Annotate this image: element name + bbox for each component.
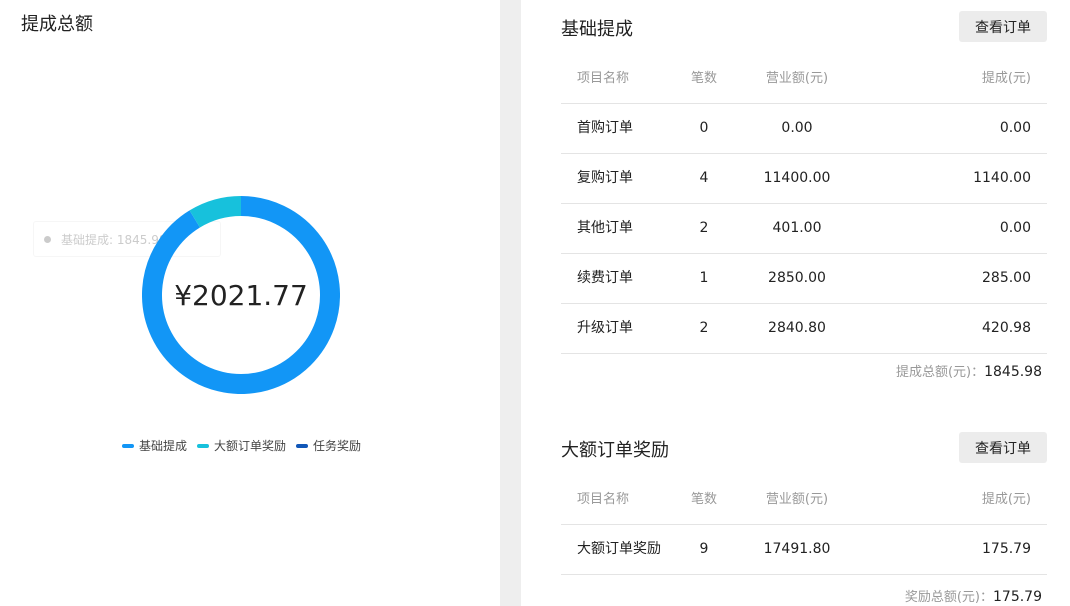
legend-swatch [197,443,210,448]
cell-item-name: 首购订单 [577,120,633,136]
header-item-name: 项目名称 [577,71,630,86]
cell-item-name: 复购订单 [577,170,633,186]
cell-revenue: 0.00 [781,120,813,136]
table-row: 升级订单 2 2840.80 420.98 [561,304,1047,354]
table-row: 首购订单 0 0.00 0.00 [561,104,1047,154]
total-value: 175.79 [993,589,1042,605]
legend-item-large-order[interactable]: 大额订单奖励 [197,437,286,454]
view-orders-button[interactable]: 查看订单 [959,11,1047,42]
cell-revenue: 11400.00 [763,170,831,186]
legend-item-basic[interactable]: 基础提成 [122,437,187,454]
cell-count: 4 [699,170,709,186]
cell-count: 0 [699,120,709,136]
header-count: 笔数 [690,71,717,86]
table-row: 大额订单奖励 9 17491.80 175.79 [561,525,1047,575]
cell-count: 2 [699,320,709,336]
basic-commission-table: 项目名称 笔数 营业额(元) 提成(元) 首购订单 0 0.00 0.00 复购… [561,54,1047,354]
cell-count: 1 [699,270,709,286]
cell-commission: 0.00 [999,220,1031,236]
large-order-bonus-total: 奖励总额(元)：175.79 [905,586,1042,605]
chart-legend: 基础提成 大额订单奖励 任务奖励 [122,437,371,454]
cell-revenue: 2850.00 [768,270,826,286]
cell-item-name: 升级订单 [577,320,633,336]
cell-count: 2 [699,220,709,236]
table-row: 续费订单 1 2850.00 285.00 [561,254,1047,304]
cell-revenue: 2840.80 [768,320,826,336]
cell-item-name: 大额订单奖励 [577,541,661,557]
cell-count: 9 [699,541,709,557]
view-orders-button[interactable]: 查看订单 [959,432,1047,463]
table-header: 项目名称 笔数 营业额(元) 提成(元) [561,54,1047,104]
header-commission: 提成(元) [981,492,1031,507]
basic-commission-title: 基础提成 [561,19,633,40]
table-row: 其他订单 2 401.00 0.00 [561,204,1047,254]
basic-commission-total: 提成总额(元)：1845.98 [896,361,1042,380]
cell-commission: 175.79 [982,541,1031,557]
legend-swatch [122,443,134,448]
tooltip-marker [44,235,51,243]
large-order-bonus-table: 项目名称 笔数 营业额(元) 提成(元) 大额订单奖励 9 17491.80 1… [561,475,1047,575]
cell-revenue: 17491.80 [763,541,831,557]
header-item-name: 项目名称 [577,492,630,507]
total-label: 提成总额(元)： [895,365,985,380]
header-count: 笔数 [690,492,717,507]
total-value: 1845.98 [984,364,1042,380]
commission-summary-panel: 提成总额 基础提成: 1845.98 ¥2021.77 基础提成 大额订单奖励 … [0,0,500,606]
cell-item-name: 其他订单 [577,220,633,236]
table-row: 复购订单 4 11400.00 1140.00 [561,154,1047,204]
cell-commission: 285.00 [982,270,1031,286]
panel-title: 提成总额 [21,14,93,35]
total-amount: ¥2021.77 [174,278,308,312]
header-revenue: 营业额(元) [765,71,829,86]
cell-commission: 420.98 [982,320,1031,336]
cell-commission: 1140.00 [973,170,1031,186]
total-label: 奖励总额(元)： [904,590,993,605]
legend-label: 大额订单奖励 [214,439,287,453]
table-header: 项目名称 笔数 营业额(元) 提成(元) [561,475,1047,525]
header-revenue: 营业额(元) [765,492,829,507]
cell-commission: 0.00 [999,120,1031,136]
header-commission: 提成(元) [981,71,1031,86]
legend-label: 任务奖励 [313,439,362,453]
cell-revenue: 401.00 [772,220,822,236]
large-order-bonus-title: 大额订单奖励 [561,440,669,461]
legend-swatch [296,443,309,448]
cell-item-name: 续费订单 [577,270,633,286]
legend-item-task[interactable]: 任务奖励 [296,437,361,454]
legend-label: 基础提成 [139,439,188,453]
commission-details-panel: 基础提成 查看订单 项目名称 笔数 营业额(元) 提成(元) 首购订单 0 0.… [521,0,1070,606]
